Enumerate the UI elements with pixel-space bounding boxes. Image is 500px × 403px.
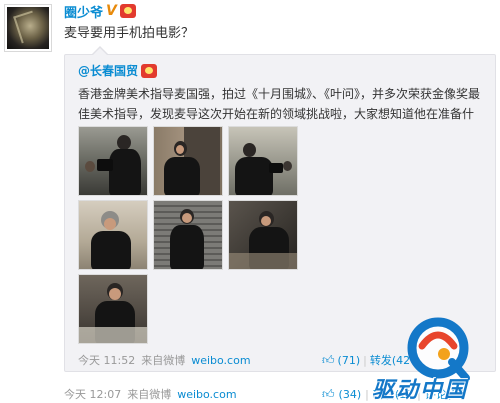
photo-thumb-3[interactable] <box>228 126 298 196</box>
avatar-image <box>7 7 49 49</box>
post-header: 圈少爷 V <box>64 2 136 21</box>
post-text: 麦导要用手机拍电影？ <box>64 26 195 41</box>
repost-time[interactable]: 今天 11:52 <box>78 352 135 368</box>
post-time[interactable]: 今天 12:07 <box>64 386 121 402</box>
watermark-text: 驱动中国 <box>372 378 469 403</box>
photo-thumb-7[interactable] <box>78 274 148 344</box>
action-separator: | <box>365 387 369 401</box>
username-link[interactable]: 圈少爷 <box>64 2 103 21</box>
post-like-count[interactable]: (34) <box>339 388 362 401</box>
like-icon[interactable]: 👍︎ <box>322 353 335 368</box>
repost-from-label: 来自微博 <box>141 354 186 367</box>
like-icon[interactable]: 👍︎ <box>322 387 335 402</box>
photo-thumb-5[interactable] <box>153 200 223 270</box>
member-badge-icon[interactable] <box>141 63 158 78</box>
photo-thumb-4[interactable] <box>78 200 148 270</box>
repost-meta: 今天 11:52 来自微博 weibo.com <box>78 352 251 368</box>
post-from-label: 来自微博 <box>127 388 172 401</box>
repost-like-count[interactable]: (71) <box>338 354 361 367</box>
repost-header: @长春国贸 <box>78 62 158 79</box>
post-meta: 今天 12:07 来自微博 weibo.com <box>64 386 237 402</box>
photo-thumb-2[interactable] <box>153 126 223 196</box>
action-separator: | <box>363 353 367 367</box>
member-badge-icon[interactable] <box>119 4 136 18</box>
photo-thumb-6[interactable] <box>228 200 298 270</box>
repost-author-link[interactable]: @长春国贸 <box>78 62 138 79</box>
post-source-link[interactable]: weibo.com <box>177 388 236 401</box>
photo-thumb-1[interactable] <box>78 126 148 196</box>
verified-v-icon[interactable]: V <box>106 4 117 18</box>
repost-source-link[interactable]: weibo.com <box>191 354 250 367</box>
repost-arrow-inner <box>93 48 107 55</box>
user-avatar[interactable] <box>4 4 52 52</box>
repost-actions: 👍︎ (71) | 转发(42 <box>322 352 410 368</box>
